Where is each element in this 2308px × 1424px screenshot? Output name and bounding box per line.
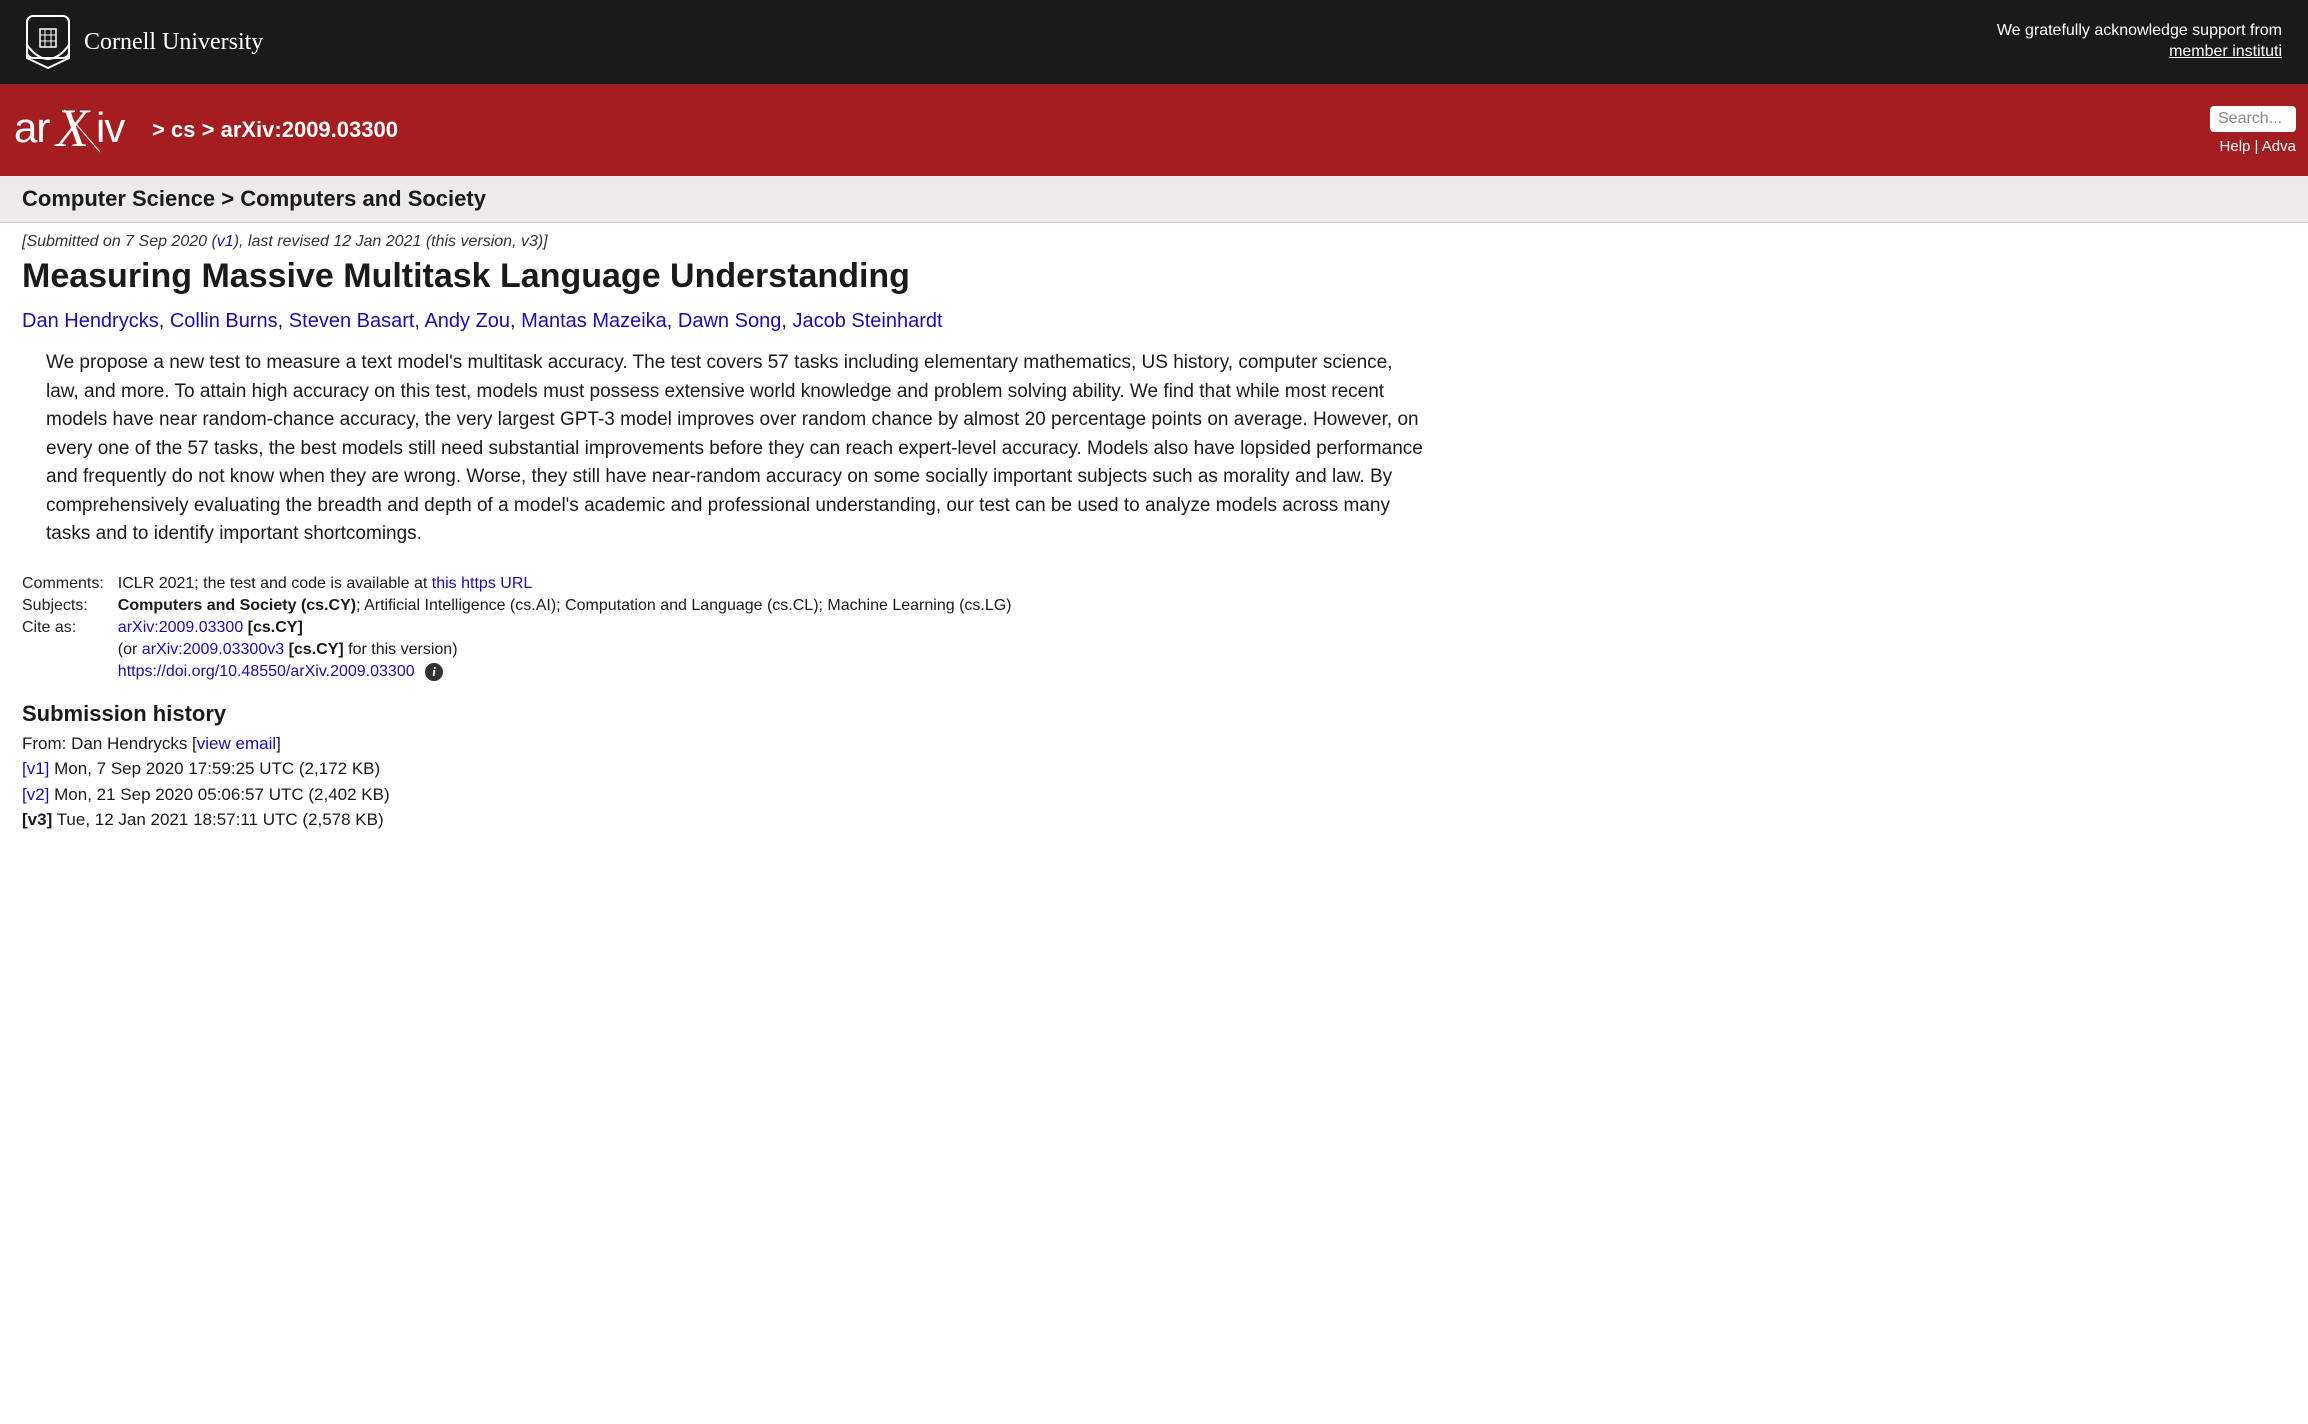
subjects-value: Computers and Society (cs.CY); Artificia… bbox=[118, 595, 1026, 617]
table-row: Comments: ICLR 2021; the test and code i… bbox=[22, 573, 1026, 595]
author-link[interactable]: Andy Zou bbox=[424, 310, 510, 332]
author-link[interactable]: Collin Burns bbox=[170, 310, 278, 332]
table-row: (or arXiv:2009.03300v3 [cs.CY] for this … bbox=[22, 639, 1026, 661]
version-row: [v3] Tue, 12 Jan 2021 18:57:11 UTC (2,57… bbox=[22, 807, 2286, 833]
svg-text:X: X bbox=[54, 102, 91, 158]
advanced-search-link[interactable]: Adva bbox=[2262, 138, 2296, 155]
from-line: From: Dan Hendrycks [view email] bbox=[22, 731, 2286, 757]
authors: Dan Hendrycks, Collin Burns, Steven Basa… bbox=[22, 310, 2286, 333]
abstract: We propose a new test to measure a text … bbox=[46, 349, 1426, 549]
cornell-seal-icon bbox=[26, 15, 70, 69]
metadata-table: Comments: ICLR 2021; the test and code i… bbox=[22, 573, 1026, 683]
subject-bar: Computer Science > Computers and Society bbox=[0, 176, 2308, 223]
table-row: https://doi.org/10.48550/arXiv.2009.0330… bbox=[22, 661, 1026, 683]
author-link[interactable]: Steven Basart bbox=[289, 310, 415, 332]
svg-text:ar: ar bbox=[14, 104, 50, 151]
submission-history: From: Dan Hendrycks [view email] [v1] Mo… bbox=[22, 731, 2286, 833]
author-link[interactable]: Mantas Mazeika bbox=[521, 310, 667, 332]
table-row: Cite as: arXiv:2009.03300 [cs.CY] bbox=[22, 617, 1026, 639]
v2-link[interactable]: [v2] bbox=[22, 785, 49, 804]
table-row: Subjects: Computers and Society (cs.CY);… bbox=[22, 595, 1026, 617]
arxiv-id-link[interactable]: arXiv:2009.03300 bbox=[118, 619, 243, 636]
arxiv-logo-icon: ar X iv bbox=[14, 102, 142, 158]
help-link[interactable]: Help bbox=[2220, 138, 2251, 155]
info-icon[interactable]: i bbox=[425, 663, 443, 681]
search-box[interactable] bbox=[2210, 106, 2296, 132]
version-row: [v1] Mon, 7 Sep 2020 17:59:25 UTC (2,172… bbox=[22, 756, 2286, 782]
version-row: [v2] Mon, 21 Sep 2020 05:06:57 UTC (2,40… bbox=[22, 782, 2286, 808]
comments-label: Comments: bbox=[22, 573, 118, 595]
search-input[interactable] bbox=[2218, 110, 2288, 128]
code-url-link[interactable]: this https URL bbox=[432, 575, 532, 592]
citeas-value: arXiv:2009.03300 [cs.CY] bbox=[118, 617, 1026, 639]
support-line: We gratefully acknowledge support from bbox=[1997, 22, 2282, 39]
citeas-version-value: (or arXiv:2009.03300v3 [cs.CY] for this … bbox=[118, 639, 1026, 661]
doi-link[interactable]: https://doi.org/10.48550/arXiv.2009.0330… bbox=[118, 663, 415, 680]
cornell-header: Cornell University We gratefully acknowl… bbox=[0, 0, 2308, 84]
arxiv-logo[interactable]: ar X iv bbox=[12, 102, 142, 158]
citeas-label: Cite as: bbox=[22, 617, 118, 639]
v3-current: [v3] bbox=[22, 810, 52, 829]
comments-value: ICLR 2021; the test and code is availabl… bbox=[118, 573, 1026, 595]
svg-text:iv: iv bbox=[96, 104, 125, 151]
breadcrumb: > cs > arXiv:2009.03300 bbox=[152, 117, 398, 143]
author-link[interactable]: Dawn Song bbox=[678, 310, 781, 332]
subjects-label: Subjects: bbox=[22, 595, 118, 617]
breadcrumb-cs[interactable]: cs bbox=[171, 117, 195, 142]
arxiv-version-link[interactable]: arXiv:2009.03300v3 bbox=[142, 641, 284, 658]
breadcrumb-arxiv-id: arXiv:2009.03300 bbox=[221, 117, 398, 142]
submission-dateline: [Submitted on 7 Sep 2020 (v1), last revi… bbox=[22, 233, 2286, 251]
author-link[interactable]: Dan Hendrycks bbox=[22, 310, 159, 332]
v1-link[interactable]: [v1] bbox=[22, 759, 49, 778]
cornell-brand[interactable]: Cornell University bbox=[26, 15, 263, 69]
abs-content: [Submitted on 7 Sep 2020 (v1), last revi… bbox=[0, 223, 2308, 857]
arxiv-header: ar X iv > cs > arXiv:2009.03300 Help | A… bbox=[0, 84, 2308, 176]
submission-history-heading: Submission history bbox=[22, 701, 2286, 727]
paper-title: Measuring Massive Multitask Language Und… bbox=[22, 257, 2286, 296]
help-links: Help | Adva bbox=[2220, 138, 2296, 155]
view-email-link[interactable]: view email bbox=[197, 734, 276, 753]
author-link[interactable]: Jacob Steinhardt bbox=[792, 310, 942, 332]
doi-value: https://doi.org/10.48550/arXiv.2009.0330… bbox=[118, 661, 1026, 683]
support-acknowledgement: We gratefully acknowledge support from m… bbox=[1997, 21, 2282, 63]
cornell-university-text: Cornell University bbox=[84, 29, 263, 56]
v1-link-inline[interactable]: v1 bbox=[217, 233, 234, 250]
member-institutions-link[interactable]: member instituti bbox=[2169, 43, 2282, 60]
